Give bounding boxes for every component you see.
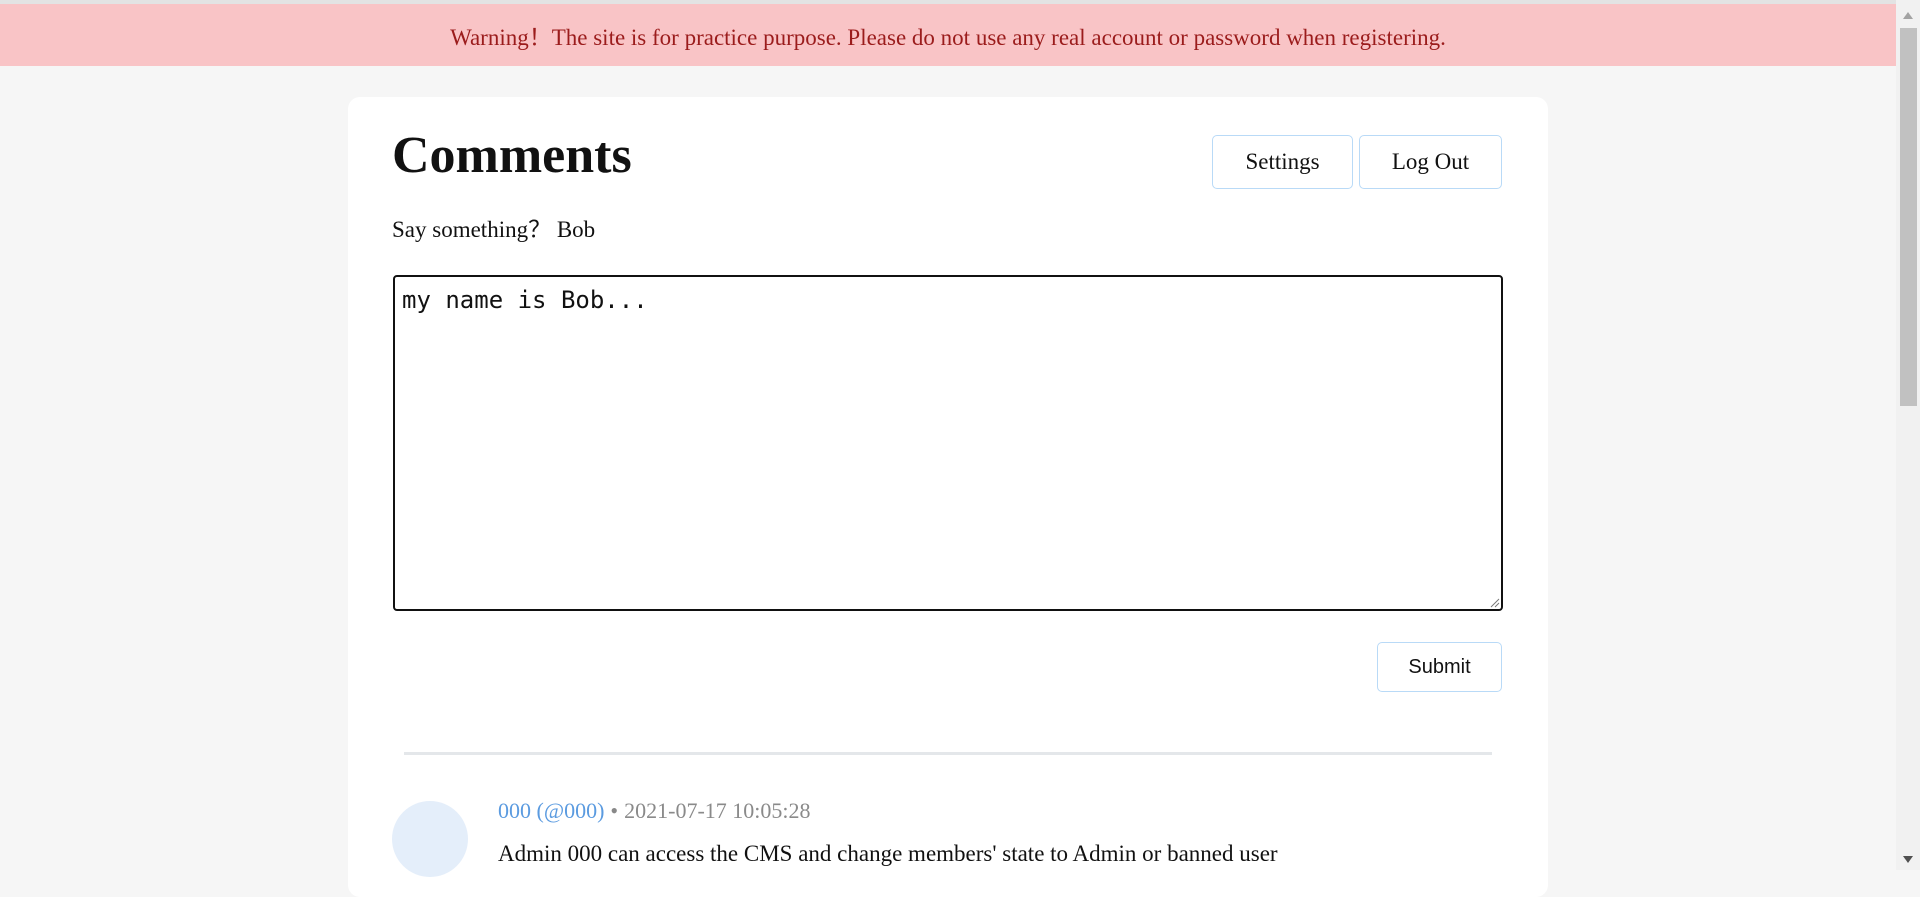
settings-button[interactable]: Settings — [1212, 135, 1353, 189]
comment-author-link[interactable]: 000 (@000) — [498, 798, 604, 823]
avatar — [392, 801, 468, 877]
meta-separator: • — [610, 798, 619, 823]
comment-timestamp: 2021-07-17 10:05:28 — [624, 798, 811, 823]
comment-meta: 000 (@000) • 2021-07-17 10:05:28 — [498, 797, 811, 825]
warning-banner: Warning！The site is for practice purpose… — [0, 4, 1896, 66]
composer-prompt: Say something？ Bob — [392, 217, 596, 242]
vertical-scrollbar[interactable] — [1896, 0, 1920, 870]
page-title: Comments — [392, 127, 632, 184]
comment-text: Admin 000 can access the CMS and change … — [498, 841, 1278, 866]
divider — [404, 752, 1492, 755]
logout-button[interactable]: Log Out — [1359, 135, 1502, 189]
submit-button[interactable]: Submit — [1377, 642, 1502, 692]
arrow-down-icon[interactable] — [1896, 852, 1920, 866]
comment-textarea[interactable]: my name is Bob... — [393, 275, 1503, 611]
resize-grip-icon[interactable] — [1490, 598, 1500, 608]
comments-card: Comments Settings Log Out Say something？… — [348, 97, 1548, 897]
warning-text: Warning！The site is for practice purpose… — [450, 25, 1446, 50]
arrow-up-icon[interactable] — [1896, 8, 1920, 22]
scrollbar-thumb[interactable] — [1900, 28, 1917, 406]
